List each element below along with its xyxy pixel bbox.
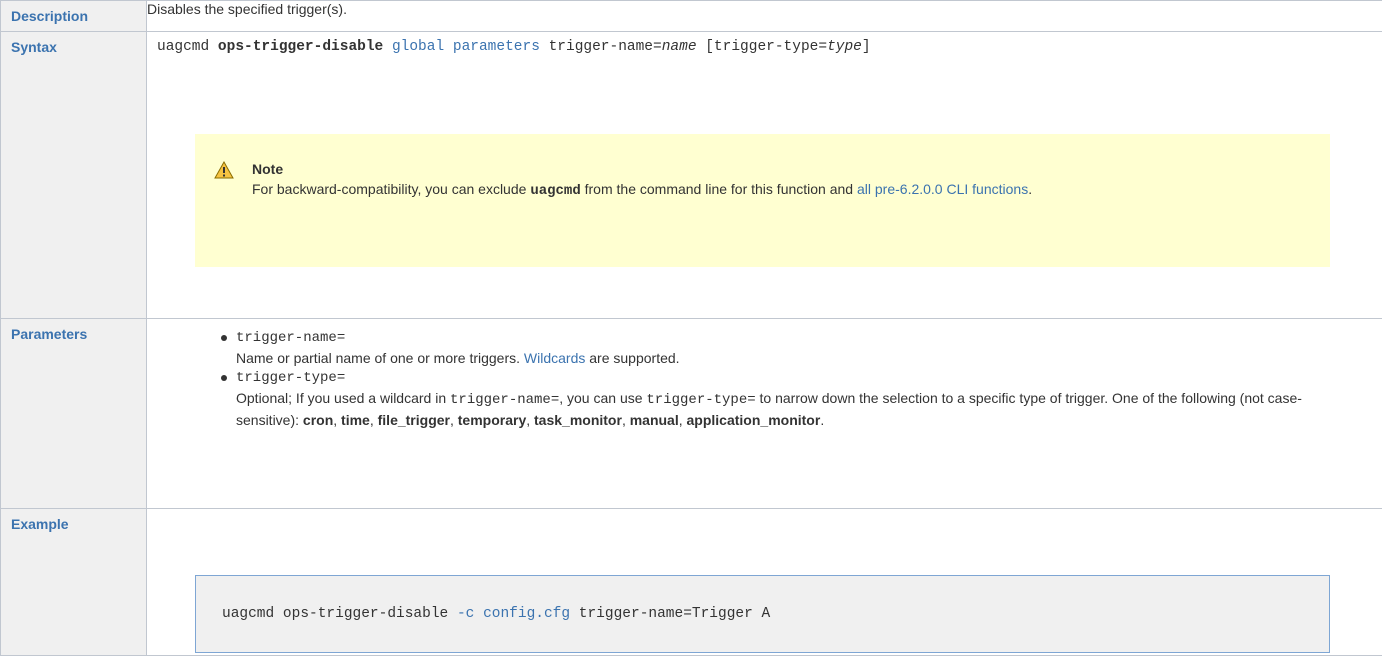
param-code: trigger-type=	[646, 392, 755, 408]
param-name: trigger-name=	[236, 328, 1356, 348]
global-link[interactable]: global	[392, 39, 444, 55]
syntax-header: Syntax	[1, 32, 147, 319]
syntax-arg1-val: name	[662, 39, 697, 55]
note-body: For backward-compatibility, you can excl…	[252, 179, 1252, 201]
syntax-cmd: uagcmd	[157, 39, 209, 55]
trigger-type-value: cron	[303, 412, 333, 428]
cli-functions-link[interactable]: all pre-6.2.0.0 CLI functions	[857, 181, 1028, 197]
parameters-link[interactable]: parameters	[453, 39, 540, 55]
warning-triangle-icon	[214, 161, 234, 179]
note-code: uagcmd	[530, 183, 580, 199]
parameters-header: Parameters	[1, 319, 147, 509]
description-header: Description	[1, 1, 147, 32]
param-description: Optional; If you used a wildcard in trig…	[236, 388, 1356, 430]
description-row: Description Disables the specified trigg…	[1, 1, 1382, 32]
trigger-type-value: file_trigger	[378, 412, 450, 428]
bullet-icon	[221, 375, 227, 381]
param-desc-text: are supported.	[589, 350, 679, 366]
example-code-block: uagcmd ops-trigger-disable -c config.cfg…	[195, 575, 1330, 653]
trigger-type-value: temporary	[458, 412, 526, 428]
example-header: Example	[1, 509, 147, 656]
syntax-op: ops-trigger-disable	[218, 39, 383, 55]
code-text: uagcmd ops-trigger-disable	[222, 606, 448, 622]
code-flag: -c	[457, 606, 474, 622]
description-cell: Disables the specified trigger(s).	[147, 1, 1382, 32]
trigger-type-value: task_monitor	[534, 412, 622, 428]
bullet-icon	[221, 335, 227, 341]
param-desc-text: Name or partial name of one or more trig…	[236, 350, 520, 366]
note-text-after: .	[1028, 181, 1032, 197]
note-panel: Note For backward-compatibility, you can…	[195, 134, 1330, 267]
note-text-before: For backward-compatibility, you can excl…	[252, 181, 526, 197]
param-code: trigger-name=	[450, 392, 559, 408]
syntax-arg2-key: [trigger-type=	[705, 39, 827, 55]
trigger-type-value: manual	[630, 412, 679, 428]
param-desc-text: , you can use	[559, 390, 642, 406]
list-item: trigger-type= Optional; If you used a wi…	[236, 368, 1356, 430]
trigger-type-value: time	[341, 412, 370, 428]
syntax-arg2-val: type	[827, 39, 862, 55]
code-text: trigger-name=Trigger A	[579, 606, 770, 622]
example-code-line: uagcmd ops-trigger-disable -c config.cfg…	[222, 606, 770, 622]
code-file: config.cfg	[483, 606, 570, 622]
param-desc-text: Optional; If you used a wildcard in	[236, 390, 446, 406]
wildcards-link[interactable]: Wildcards	[524, 350, 585, 366]
syntax-arg2-close: ]	[862, 39, 871, 55]
param-description: Name or partial name of one or more trig…	[236, 348, 1356, 368]
parameters-list: trigger-name= Name or partial name of on…	[236, 328, 1356, 430]
note-text-middle: from the command line for this function …	[585, 181, 853, 197]
trigger-type-value: application_monitor	[687, 412, 821, 428]
list-item: trigger-name= Name or partial name of on…	[236, 328, 1356, 368]
syntax-line: uagcmd ops-trigger-disable global parame…	[147, 32, 1382, 55]
syntax-arg1-key: trigger-name=	[549, 39, 662, 55]
param-name: trigger-type=	[236, 368, 1356, 388]
note-title: Note	[252, 161, 283, 177]
